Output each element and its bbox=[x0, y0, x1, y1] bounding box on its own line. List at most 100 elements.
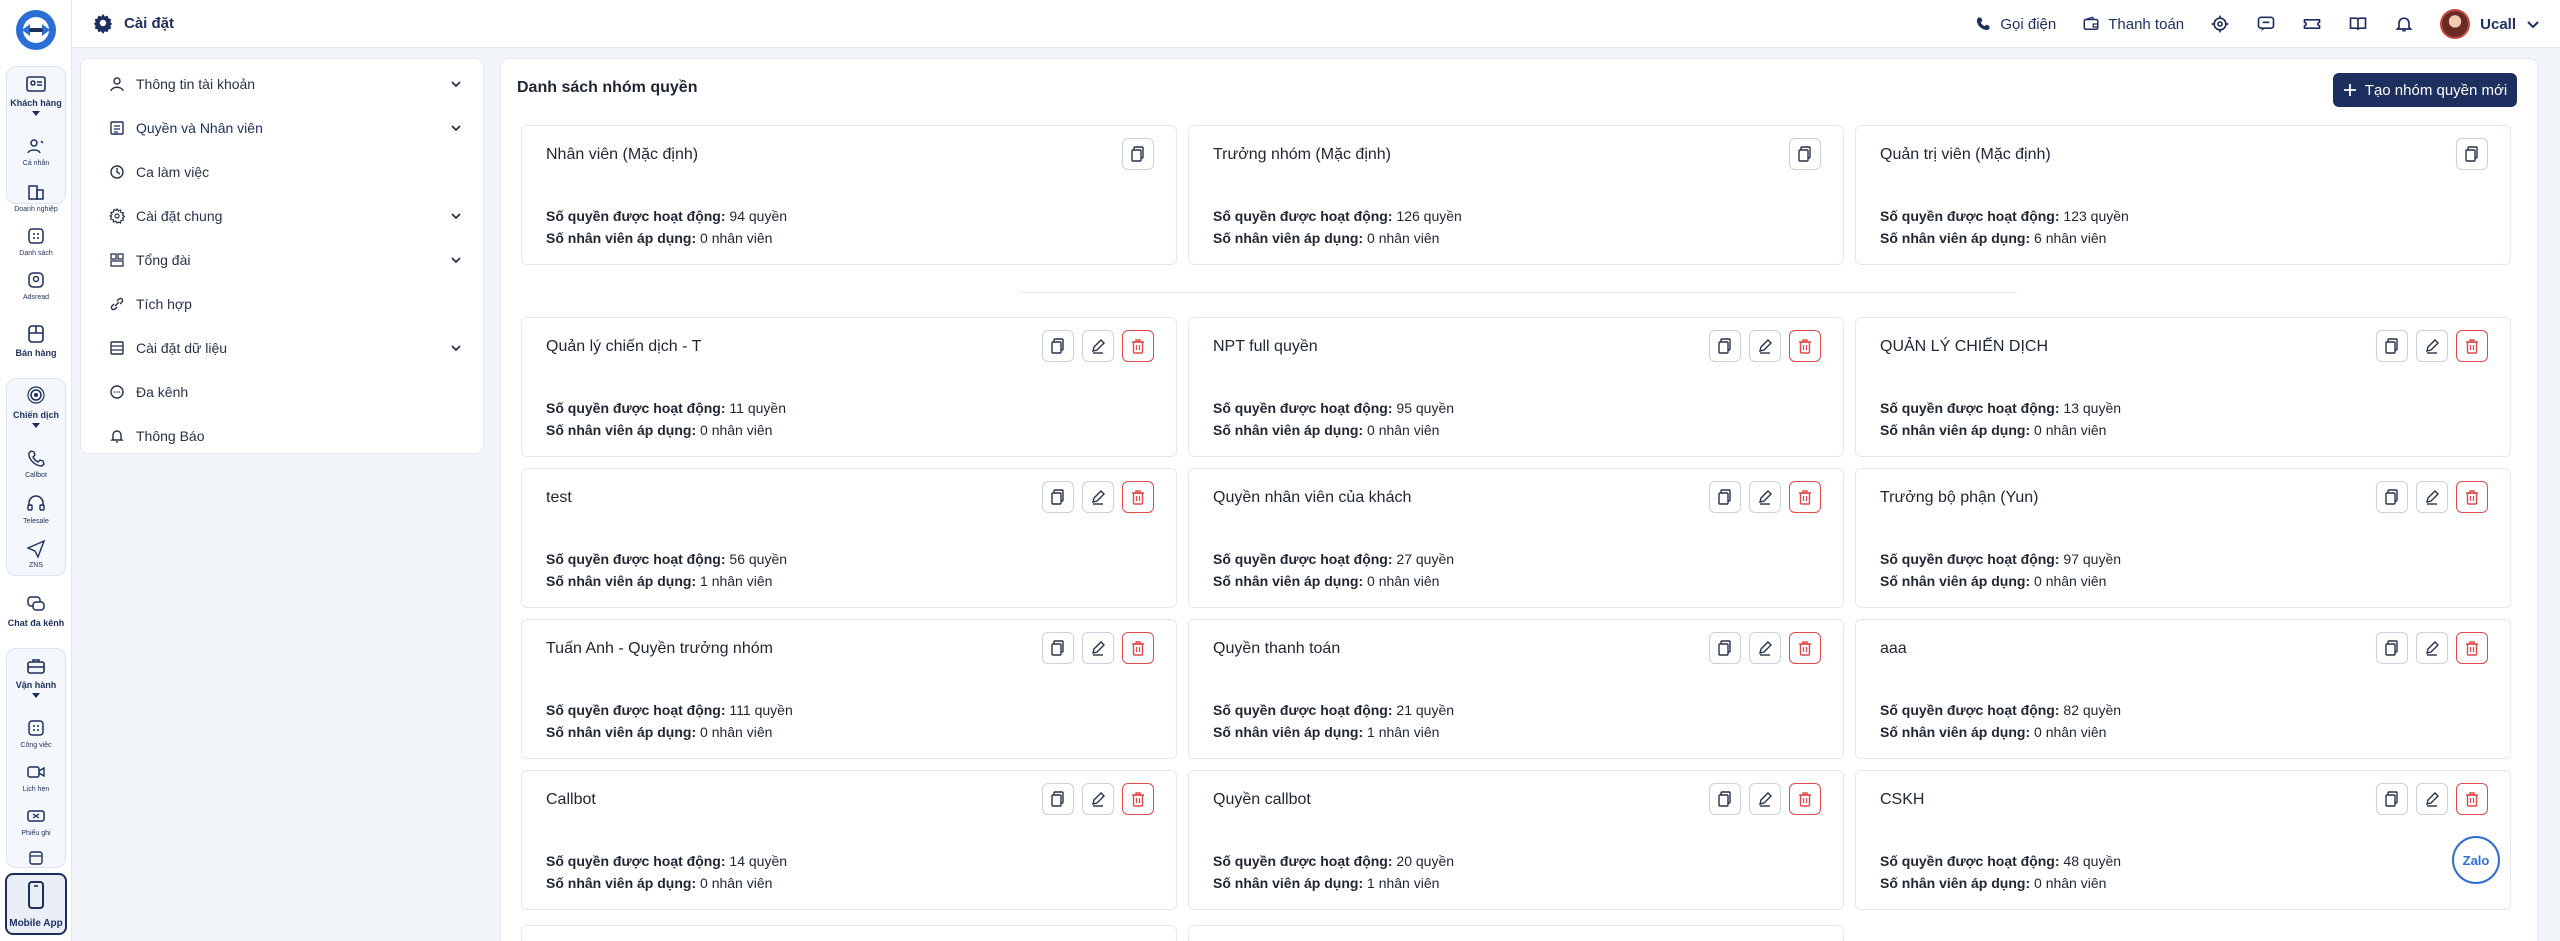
copy-button[interactable] bbox=[2456, 138, 2488, 170]
copy-icon bbox=[1051, 640, 1064, 656]
settings-icon[interactable] bbox=[2210, 14, 2230, 34]
delete-button[interactable] bbox=[1122, 783, 1154, 815]
rail-item-notes[interactable]: Phiếu ghi bbox=[0, 804, 72, 837]
copy-button[interactable] bbox=[2376, 632, 2408, 664]
user-menu[interactable]: Ucall bbox=[2440, 9, 2540, 39]
trash-icon bbox=[1799, 339, 1811, 354]
edit-button[interactable] bbox=[2416, 330, 2448, 362]
rail-item-zns[interactable]: ZNS bbox=[0, 536, 72, 569]
delete-button[interactable] bbox=[1789, 783, 1821, 815]
edit-button[interactable] bbox=[2416, 783, 2448, 815]
avatar[interactable] bbox=[2440, 9, 2471, 39]
ticket-icon[interactable] bbox=[2302, 14, 2322, 34]
rail-item-telesale[interactable]: Telesale bbox=[0, 492, 72, 525]
edit-button[interactable] bbox=[1749, 783, 1781, 815]
copy-button[interactable] bbox=[2376, 330, 2408, 362]
chevron-down-icon[interactable] bbox=[32, 111, 40, 116]
chevron-down-icon[interactable] bbox=[2526, 17, 2540, 31]
zalo-chat-button[interactable]: Zalo bbox=[2452, 836, 2500, 884]
menu-item-permissions-staff[interactable]: Quyền và Nhân viên bbox=[81, 106, 485, 150]
rail-item-list[interactable]: Danh sách bbox=[0, 224, 72, 257]
edit-button[interactable] bbox=[1082, 481, 1114, 513]
delete-button[interactable] bbox=[2456, 481, 2488, 513]
rail-item-adsread[interactable]: Adsread bbox=[0, 268, 72, 301]
call-button[interactable]: Gọi điện bbox=[1974, 15, 2056, 33]
mobile-app-button[interactable]: Mobile App bbox=[5, 873, 67, 935]
trash-icon bbox=[1132, 339, 1144, 354]
app-logo-icon[interactable] bbox=[12, 8, 60, 52]
staff-label: Số nhân viên áp dụng: bbox=[1880, 230, 2031, 246]
payment-button[interactable]: Thanh toán bbox=[2082, 15, 2184, 33]
delete-button[interactable] bbox=[2456, 330, 2488, 362]
rail-item-customers[interactable]: Khách hàng bbox=[0, 72, 72, 116]
edit-button[interactable] bbox=[1082, 783, 1114, 815]
copy-button[interactable] bbox=[1709, 632, 1741, 664]
copy-button[interactable] bbox=[1042, 632, 1074, 664]
edit-button[interactable] bbox=[1749, 481, 1781, 513]
copy-button[interactable] bbox=[2376, 783, 2408, 815]
copy-button[interactable] bbox=[1042, 783, 1074, 815]
trash-icon bbox=[1132, 490, 1144, 505]
menu-item-shifts[interactable]: Ca làm việc bbox=[81, 150, 485, 194]
chevron-down-icon[interactable] bbox=[449, 253, 463, 267]
copy-button[interactable] bbox=[1709, 330, 1741, 362]
menu-item-label: Tổng đài bbox=[136, 252, 191, 268]
message-icon[interactable] bbox=[2256, 14, 2276, 34]
book-icon[interactable] bbox=[2348, 14, 2368, 34]
chevron-down-icon[interactable] bbox=[449, 341, 463, 355]
chevron-down-icon[interactable] bbox=[449, 121, 463, 135]
copy-icon bbox=[2465, 146, 2478, 162]
copy-button[interactable] bbox=[2376, 481, 2408, 513]
rail-item-enterprise[interactable]: Doanh nghiệp bbox=[0, 180, 72, 213]
menu-item-switchboard[interactable]: Tổng đài bbox=[81, 238, 485, 282]
menu-item-data-settings[interactable]: Cài đặt dữ liệu bbox=[81, 326, 485, 370]
menu-item-omnichannel[interactable]: Đa kênh bbox=[81, 370, 485, 414]
edit-icon bbox=[1759, 792, 1772, 807]
group-name: test bbox=[546, 489, 572, 506]
menu-item-account-info[interactable]: Thông tin tài khoản bbox=[81, 62, 485, 106]
copy-button[interactable] bbox=[1709, 783, 1741, 815]
edit-button[interactable] bbox=[1082, 632, 1114, 664]
perm-count-line: Số quyền được hoạt động: 48 quyền bbox=[1880, 853, 2121, 869]
menu-item-general-settings[interactable]: Cài đặt chung bbox=[81, 194, 485, 238]
menu-item-integrations[interactable]: Tích hợp bbox=[81, 282, 485, 326]
rail-item-personal[interactable]: Cá nhân bbox=[0, 134, 72, 167]
delete-button[interactable] bbox=[1789, 632, 1821, 664]
copy-button[interactable] bbox=[1042, 481, 1074, 513]
chevron-down-icon[interactable] bbox=[32, 693, 40, 698]
rail-item-operations[interactable]: Vận hành bbox=[0, 654, 72, 698]
group-card: Callbot Số quyền được hoạt động: 14 quyền… bbox=[521, 770, 1177, 910]
rail-item-appointments[interactable]: Lịch hẹn bbox=[0, 760, 72, 793]
rail-item-tasks[interactable]: Công việc bbox=[0, 716, 72, 749]
rail-item-extra[interactable] bbox=[0, 846, 72, 870]
edit-button[interactable] bbox=[2416, 481, 2448, 513]
create-group-button[interactable]: Tạo nhóm quyền mới bbox=[2333, 73, 2517, 107]
copy-button[interactable] bbox=[1122, 138, 1154, 170]
edit-button[interactable] bbox=[1749, 330, 1781, 362]
delete-button[interactable] bbox=[1122, 330, 1154, 362]
delete-button[interactable] bbox=[1122, 481, 1154, 513]
delete-button[interactable] bbox=[1789, 481, 1821, 513]
chevron-down-icon[interactable] bbox=[449, 209, 463, 223]
edit-button[interactable] bbox=[1749, 632, 1781, 664]
edit-button[interactable] bbox=[1082, 330, 1114, 362]
menu-item-notifications[interactable]: Thông Báo bbox=[81, 414, 485, 458]
delete-button[interactable] bbox=[2456, 632, 2488, 664]
delete-button[interactable] bbox=[1789, 330, 1821, 362]
bell-icon[interactable] bbox=[2394, 14, 2414, 34]
copy-button[interactable] bbox=[1789, 138, 1821, 170]
chevron-down-icon[interactable] bbox=[449, 77, 463, 91]
copy-button[interactable] bbox=[1709, 481, 1741, 513]
trash-icon bbox=[2466, 339, 2478, 354]
copy-button[interactable] bbox=[1042, 330, 1074, 362]
rail-item-callbot[interactable]: Callbot bbox=[0, 446, 72, 479]
trash-icon bbox=[1799, 792, 1811, 807]
delete-button[interactable] bbox=[2456, 783, 2488, 815]
edit-button[interactable] bbox=[2416, 632, 2448, 664]
chevron-down-icon[interactable] bbox=[32, 423, 40, 428]
rail-item-omnichannel[interactable]: Chat đa kênh bbox=[0, 592, 72, 628]
rail-item-campaigns[interactable]: Chiến dịch bbox=[0, 384, 72, 428]
copy-icon bbox=[1051, 338, 1064, 354]
delete-button[interactable] bbox=[1122, 632, 1154, 664]
rail-item-sales[interactable]: Bán hàng bbox=[0, 322, 72, 358]
